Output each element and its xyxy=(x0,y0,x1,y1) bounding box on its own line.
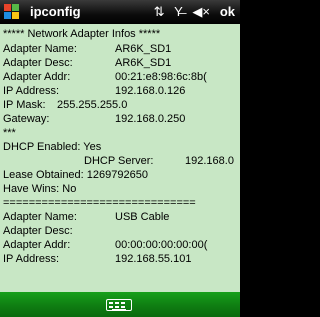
ip-address-value: 192.168.0.126 xyxy=(115,85,186,97)
adapter-addr-label: Adapter Addr: xyxy=(3,239,71,251)
ip-address-label: IP Address: xyxy=(3,253,60,265)
gateway-label: Gateway: xyxy=(3,113,50,125)
dhcp-enabled: DHCP Enabled: Yes xyxy=(3,141,102,153)
adapter-name-label: Adapter Name: xyxy=(3,43,77,55)
separator-line: ============================== xyxy=(3,197,196,209)
adapter-name-label: Adapter Name: xyxy=(3,211,77,223)
adapter-desc-label: Adapter Desc: xyxy=(3,225,73,237)
ip-mask-value: 255.255.255.0 xyxy=(57,99,128,111)
ok-button[interactable]: ok xyxy=(220,4,235,20)
adapter-desc-value: AR6K_SD1 xyxy=(115,57,172,69)
adapter-name-value: AR6K_SD1 xyxy=(115,43,172,55)
adapter-desc-label: Adapter Desc: xyxy=(3,57,73,69)
adapter-addr-value: 00:00:00:00:00:00( xyxy=(115,239,208,251)
adapter-addr-label: Adapter Addr: xyxy=(3,71,71,83)
section-header: ***** Network Adapter Infos ***** xyxy=(3,28,161,40)
no-signal-icon[interactable]: Y̶ xyxy=(174,4,183,19)
separator: *** xyxy=(3,127,16,139)
keyboard-icon[interactable] xyxy=(106,299,132,311)
ip-mask-label: IP Mask: xyxy=(3,99,46,111)
ip-address-label: IP Address: xyxy=(3,85,60,97)
windows-logo-icon[interactable] xyxy=(4,4,20,20)
window-title: ipconfig xyxy=(30,4,81,19)
connectivity-icon[interactable]: ⇅ xyxy=(154,4,165,19)
status-icons[interactable]: ⇅ Y̶ ◀× xyxy=(148,4,210,20)
ipconfig-output: ***** Network Adapter Infos ***** Adapte… xyxy=(0,24,240,292)
lease-obtained: Lease Obtained: 1269792650 xyxy=(3,169,148,181)
title-bar: ipconfig ⇅ Y̶ ◀× ok xyxy=(0,0,240,24)
speaker-icon[interactable]: ◀× xyxy=(192,4,210,19)
dhcp-server-label: DHCP Server: xyxy=(84,155,154,167)
ip-address-value: 192.168.55.101 xyxy=(115,253,192,265)
adapter-addr-value: 00:21:e8:98:6c:8b( xyxy=(115,71,207,83)
have-wins: Have Wins: No xyxy=(3,183,77,195)
soft-key-bar xyxy=(0,292,240,317)
gateway-value: 192.168.0.250 xyxy=(115,113,186,125)
adapter-name-value: USB Cable xyxy=(115,211,170,223)
dhcp-server-value: 192.168.0 xyxy=(185,155,234,167)
